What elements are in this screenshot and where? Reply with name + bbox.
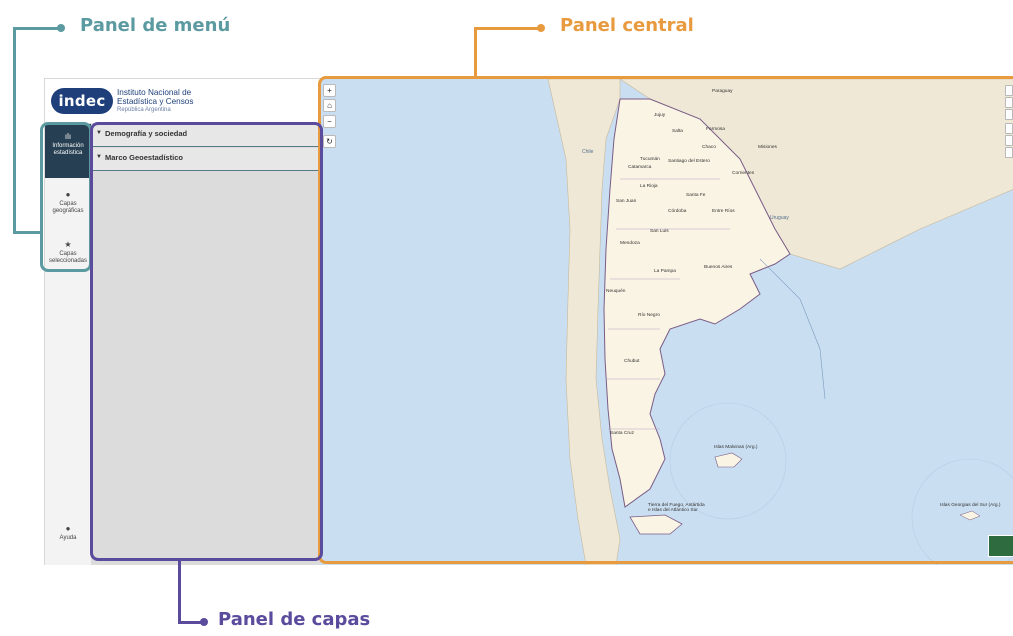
reset-icon[interactable]: ↻ bbox=[323, 135, 336, 148]
map-label-neuquen: Neuquén bbox=[606, 289, 626, 294]
map-label-chubut: Chubut bbox=[624, 359, 640, 364]
map-tool-button[interactable] bbox=[1005, 85, 1013, 96]
map-label-georgias: Islas Georgias del Sur (Arg.) bbox=[940, 503, 1001, 508]
map-label-tierra-del-fuego: Tierra del Fuego, Antártida e Islas del … bbox=[648, 503, 705, 513]
menu-rail: ılı Información estadística ● Capas geog… bbox=[45, 124, 92, 565]
org-line-1: Instituto Nacional de bbox=[117, 88, 192, 97]
menu-callout-line bbox=[13, 27, 61, 30]
map-label-tucuman: Tucumán bbox=[640, 157, 660, 162]
org-line-2: Estadística y Censos bbox=[117, 97, 194, 106]
layers-panel-caption: Panel de capas bbox=[218, 609, 371, 630]
menu-item-label: Capas geográficas bbox=[52, 201, 84, 214]
central-callout-line bbox=[474, 27, 540, 30]
map-label-malvinas: Islas Malvinas (Arg.) bbox=[714, 445, 758, 450]
menu-item-capas-seleccionadas[interactable]: ★ Capas seleccionadas bbox=[45, 232, 91, 278]
map-label-rio-negro: Río Negro bbox=[638, 313, 660, 318]
indec-logo[interactable]: indec bbox=[51, 88, 113, 114]
org-country: República Argentina bbox=[117, 107, 171, 113]
map-label-san-juan: San Juan bbox=[616, 199, 637, 204]
map-label-chaco: Chaco bbox=[702, 145, 716, 150]
chevron-down-icon: ▼ bbox=[96, 130, 102, 136]
map-label-misiones: Misiones bbox=[758, 145, 777, 150]
map-label-chile: Chile bbox=[582, 149, 594, 155]
menu-item-label: Información estadística bbox=[52, 143, 84, 156]
central-callout-dot bbox=[537, 24, 545, 32]
brand-header: indec Instituto Nacional de Estadística … bbox=[45, 79, 320, 124]
map-label-salta: Salta bbox=[672, 129, 683, 134]
menu-item-ayuda[interactable]: ● Ayuda bbox=[45, 524, 91, 556]
layers-callout-line bbox=[178, 560, 181, 624]
menu-callout-line bbox=[13, 231, 43, 234]
central-panel-caption: Panel central bbox=[560, 15, 694, 36]
map-tool-button[interactable] bbox=[1005, 135, 1013, 146]
menu-item-label: Ayuda bbox=[59, 535, 77, 541]
map-label-corrientes: Corrientes bbox=[732, 171, 755, 176]
org-name: Instituto Nacional de Estadística y Cens… bbox=[117, 88, 247, 114]
menu-item-capas-geograficas[interactable]: ● Capas geográficas bbox=[45, 182, 91, 228]
menu-panel-caption: Panel de menú bbox=[80, 15, 231, 36]
map-label-santiago: Santiago del Estero bbox=[668, 159, 710, 164]
map-label-santa-fe: Santa Fe bbox=[686, 193, 706, 198]
layer-group-label: Marco Geoestadístico bbox=[105, 153, 183, 162]
help-icon: ● bbox=[65, 524, 71, 533]
map-label-cordoba: Córdoba bbox=[668, 209, 687, 214]
map-label-buenos-aires: Buenos Aires bbox=[704, 265, 733, 270]
menu-item-label: Capas seleccionadas bbox=[48, 251, 88, 264]
layer-group-label: Demografía y sociedad bbox=[105, 129, 188, 138]
menu-callout-line bbox=[13, 27, 16, 234]
basemap-thumbnail[interactable] bbox=[988, 535, 1013, 557]
map-tool-button[interactable] bbox=[1005, 109, 1013, 120]
zoom-in-button[interactable]: + bbox=[323, 84, 336, 97]
map-label-la-pampa: La Pampa bbox=[654, 269, 676, 274]
menu-callout-dot bbox=[57, 24, 65, 32]
map-label-santa-cruz: Santa Cruz bbox=[610, 431, 634, 436]
map-tool-button[interactable] bbox=[1005, 147, 1013, 158]
app-screenshot: indec Instituto Nacional de Estadística … bbox=[44, 78, 1013, 565]
map-label-paraguay: Paraguay bbox=[712, 89, 733, 94]
map-label-la-rioja: La Rioja bbox=[640, 184, 658, 189]
star-icon: ★ bbox=[64, 240, 72, 249]
map-view[interactable]: + ⌂ − ↻ Paraguay Chile Uruguay Jujuy Sal… bbox=[320, 79, 1013, 565]
map-label-uruguay: Uruguay bbox=[770, 215, 789, 221]
map-tool-button[interactable] bbox=[1005, 123, 1013, 134]
map-label-formosa: Formosa bbox=[706, 127, 725, 132]
globe-icon: ● bbox=[65, 190, 71, 199]
map-label-san-luis: San Luis bbox=[650, 229, 669, 234]
bar-chart-icon: ılı bbox=[64, 132, 72, 141]
menu-item-informacion-estadistica[interactable]: ılı Información estadística bbox=[45, 124, 91, 178]
map-label-catamarca: Catamarca bbox=[628, 165, 652, 170]
layer-group-demografia[interactable]: ▼ Demografía y sociedad bbox=[91, 124, 320, 147]
layer-group-marco-geoestadistico[interactable]: ▼ Marco Geoestadístico bbox=[91, 148, 320, 171]
map-tool-button[interactable] bbox=[1005, 97, 1013, 108]
map-canvas bbox=[547, 79, 1013, 565]
layers-callout-dot bbox=[200, 618, 208, 626]
central-callout-line bbox=[474, 27, 477, 79]
zoom-out-button[interactable]: − bbox=[323, 115, 336, 128]
map-label-jujuy: Jujuy bbox=[654, 113, 666, 118]
layers-panel: ▼ Demografía y sociedad ▼ Marco Geoestad… bbox=[91, 124, 320, 565]
chevron-down-icon: ▼ bbox=[96, 154, 102, 160]
map-label-mendoza: Mendoza bbox=[620, 241, 640, 246]
map-label-entre-rios: Entre Ríos bbox=[712, 209, 735, 214]
home-icon[interactable]: ⌂ bbox=[323, 99, 336, 112]
